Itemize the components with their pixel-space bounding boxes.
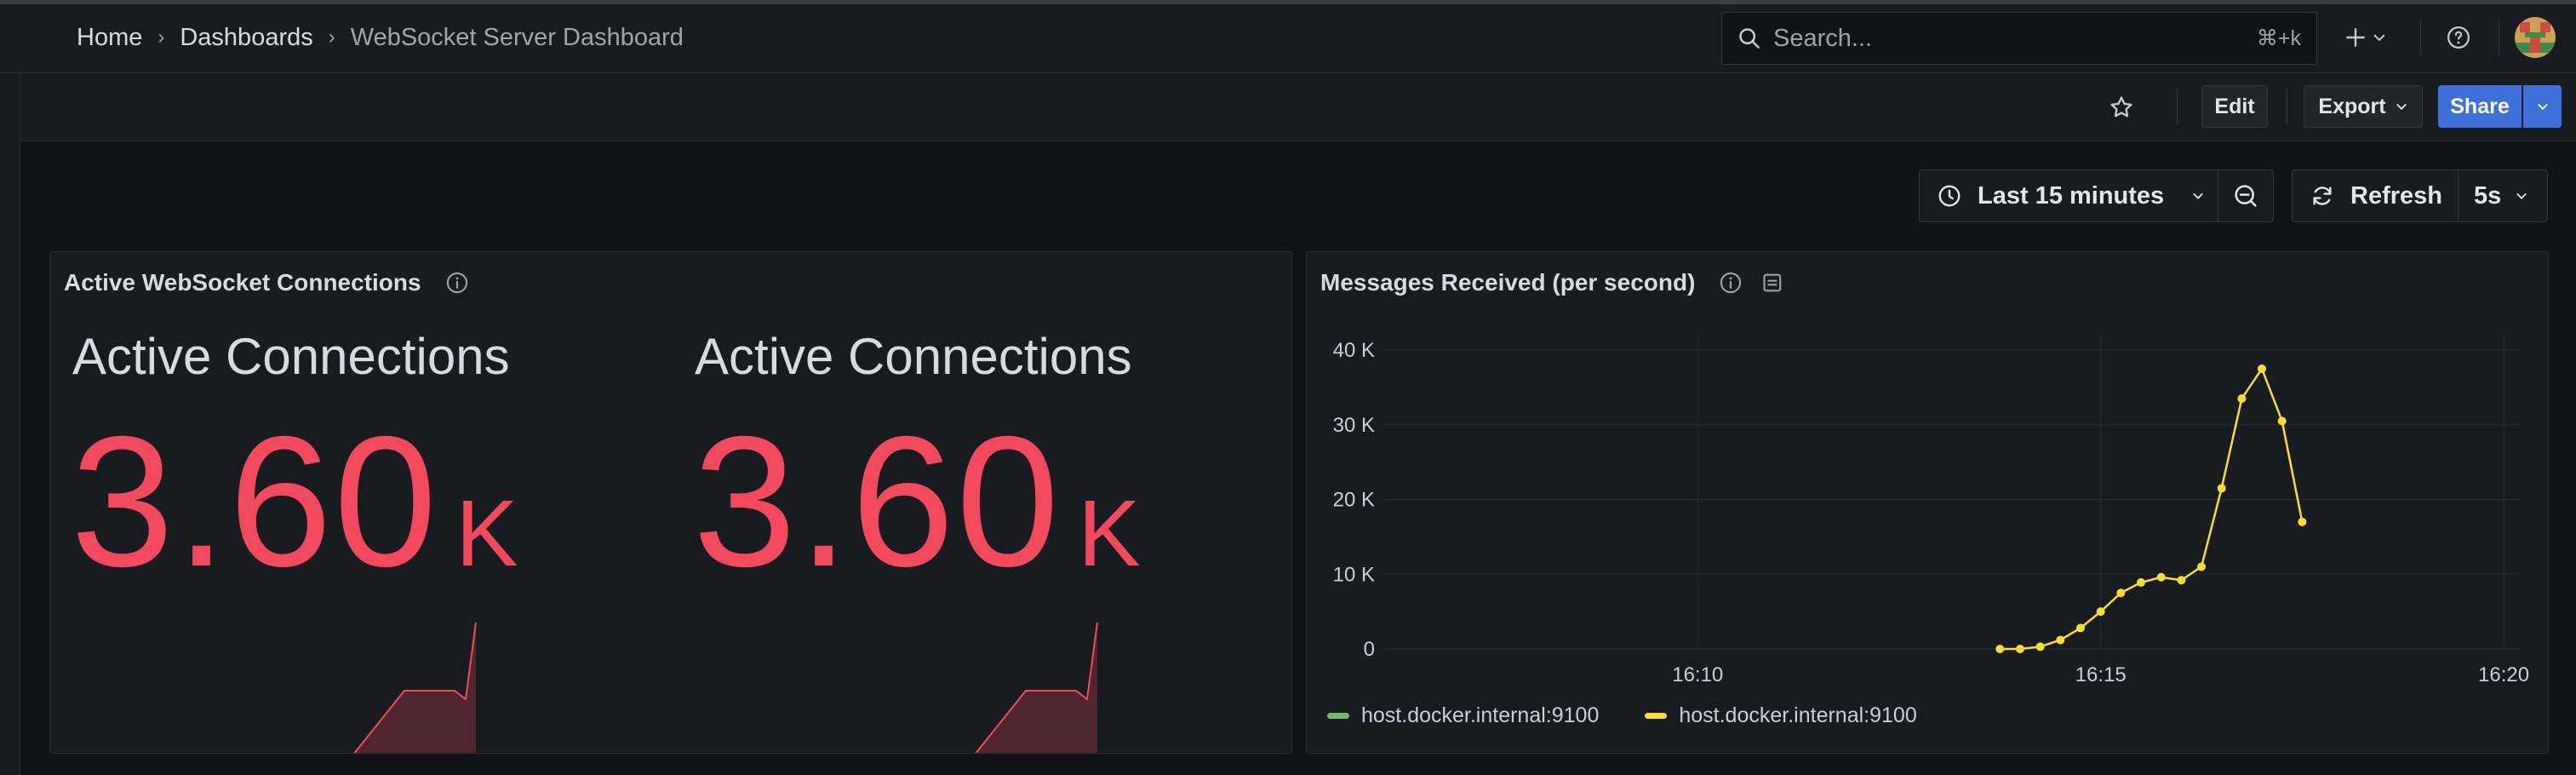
clock-icon — [1938, 185, 1961, 207]
refresh-interval-picker[interactable]: 5s — [2458, 169, 2548, 222]
chart-legend: host.docker.internal:9100 host.docker.in… — [1327, 703, 1917, 728]
active-connections-panel: Active WebSocket Connections Active Conn… — [49, 251, 1292, 754]
chevron-down-icon — [2516, 193, 2527, 199]
share-button[interactable]: Share — [2438, 85, 2522, 128]
data-point — [2177, 576, 2186, 585]
data-point — [2015, 645, 2024, 653]
stat-number: 3.60 — [71, 399, 439, 606]
info-icon[interactable] — [445, 271, 469, 295]
stat-value: 3.60 K — [71, 410, 520, 595]
search-placeholder: Search... — [1773, 24, 1873, 52]
time-range-picker[interactable]: Last 15 minutes — [1919, 169, 2218, 222]
panel-title-text: Active WebSocket Connections — [64, 269, 421, 296]
stat-label: Active Connections — [72, 328, 510, 385]
data-point — [2116, 588, 2126, 598]
zoom-out-icon — [2235, 185, 2257, 207]
data-point — [1995, 645, 2005, 653]
refresh-button[interactable]: Refresh — [2292, 169, 2459, 222]
export-label: Export — [2318, 94, 2386, 118]
stat-unit: K — [455, 481, 520, 586]
data-point — [2075, 623, 2085, 633]
stat-label: Active Connections — [695, 328, 1132, 385]
chevron-down-icon — [2396, 104, 2407, 110]
stat-value: 3.60 K — [693, 410, 1142, 595]
data-point — [2277, 416, 2287, 426]
help-icon — [2447, 26, 2470, 49]
search-shortcut: ⌘+k — [2256, 26, 2301, 50]
data-point — [2197, 562, 2207, 571]
series-line — [2000, 367, 2304, 651]
chevron-right-icon: › — [328, 26, 335, 49]
y-tick-label: 40 K — [1333, 339, 1375, 362]
refresh-icon — [2313, 187, 2332, 205]
x-tick-label: 16:20 — [2478, 663, 2529, 686]
star-icon — [2110, 96, 2132, 118]
sparkline — [353, 622, 477, 753]
zoom-out-button[interactable] — [2218, 169, 2274, 222]
refresh-label: Refresh — [2350, 181, 2442, 210]
left-gutter — [0, 73, 20, 775]
data-point — [2056, 635, 2065, 645]
data-point — [2156, 572, 2166, 582]
nav-divider — [2420, 20, 2421, 55]
data-point — [2137, 577, 2145, 587]
breadcrumb-home[interactable]: Home — [77, 24, 142, 52]
data-point — [2035, 642, 2045, 652]
edit-button[interactable]: Edit — [2201, 85, 2268, 128]
chevron-right-icon: › — [157, 26, 165, 49]
data-point — [2096, 607, 2105, 617]
legend-swatch — [1645, 713, 1668, 719]
search-icon — [1739, 28, 1760, 49]
breadcrumb: Home › Dashboards › WebSocket Server Das… — [77, 20, 684, 55]
x-tick-label: 16:15 — [2075, 663, 2127, 686]
refresh-interval-label: 5s — [2474, 181, 2502, 210]
export-button[interactable]: Export — [2304, 85, 2423, 128]
search-input[interactable]: Search... ⌘+k — [1721, 12, 2317, 65]
legend-item-label[interactable]: host.docker.internal:9100 — [1361, 703, 1599, 728]
legend-swatch — [1327, 713, 1349, 719]
data-point — [2237, 394, 2247, 404]
stat-unit: K — [1078, 481, 1142, 586]
stat-number: 3.60 — [693, 399, 1062, 606]
messages-received-panel: Messages Received (per second) 0 10 K 20 K… — [1306, 251, 2549, 754]
breadcrumb-current: WebSocket Server Dashboard — [350, 23, 684, 51]
help-button[interactable] — [2441, 20, 2476, 55]
avatar[interactable] — [2515, 17, 2556, 58]
new-menu-button[interactable] — [2339, 20, 2392, 55]
dashboard-toolbar — [20, 73, 2576, 141]
x-tick-label: 16:10 — [1672, 663, 1723, 686]
messages-line-chart: 0 10 K 20 K 30 K 40 K 16:10 16:15 16:20 — [1333, 333, 2529, 686]
breadcrumb-dashboards[interactable]: Dashboards — [180, 24, 312, 52]
toolbar-divider — [2177, 89, 2178, 124]
chevron-down-icon — [2193, 193, 2203, 199]
y-tick-label: 0 — [1364, 638, 1375, 661]
data-point — [2258, 364, 2267, 373]
chevron-down-icon — [2373, 34, 2385, 42]
panel-title: Active WebSocket Connections — [64, 269, 469, 296]
chevron-down-icon — [2537, 104, 2548, 110]
y-tick-label: 10 K — [1333, 563, 1375, 586]
share-options-button[interactable] — [2523, 85, 2562, 128]
time-range-label: Last 15 minutes — [1978, 181, 2165, 210]
avatar-image — [2515, 17, 2556, 58]
y-tick-label: 20 K — [1333, 489, 1375, 512]
y-tick-label: 30 K — [1333, 414, 1375, 437]
favorite-button[interactable] — [2104, 90, 2138, 124]
data-point — [2217, 484, 2226, 493]
data-point — [2298, 517, 2307, 526]
plus-icon — [2346, 28, 2365, 47]
sparkline — [975, 622, 1098, 753]
legend-item-label[interactable]: host.docker.internal:9100 — [1679, 703, 1916, 728]
